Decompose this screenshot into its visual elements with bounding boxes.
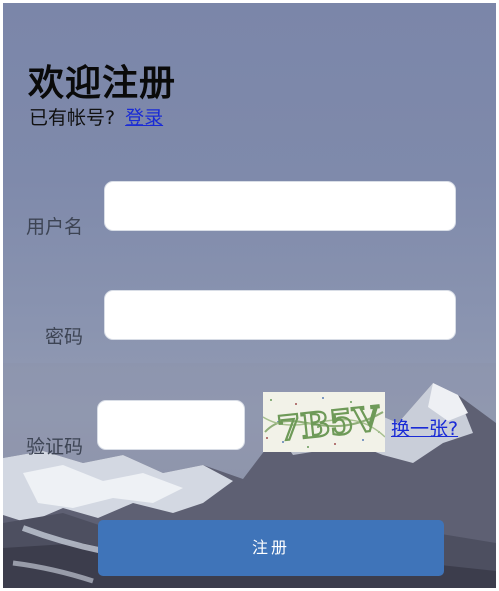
username-input[interactable] <box>104 181 456 231</box>
captcha-image[interactable]: 7B5V <box>263 392 385 452</box>
page-title: 欢迎注册 <box>28 63 177 104</box>
register-button[interactable]: 注册 <box>98 520 444 576</box>
page: 欢迎注册 已有帐号? 登录 用户名 密码 验证码 7B5V 换一张? 注册 <box>0 0 499 591</box>
username-label: 用户名 <box>26 216 84 238</box>
captcha-input[interactable] <box>97 400 245 450</box>
password-label: 密码 <box>45 326 84 348</box>
refresh-captcha-link[interactable]: 换一张? <box>391 414 458 441</box>
captcha-svg: 7B5V <box>263 392 385 452</box>
password-input[interactable] <box>104 290 456 340</box>
login-prompt-text: 已有帐号? <box>29 107 116 129</box>
captcha-label: 验证码 <box>26 436 84 458</box>
login-prompt: 已有帐号? 登录 <box>29 103 163 130</box>
login-link[interactable]: 登录 <box>125 107 163 129</box>
